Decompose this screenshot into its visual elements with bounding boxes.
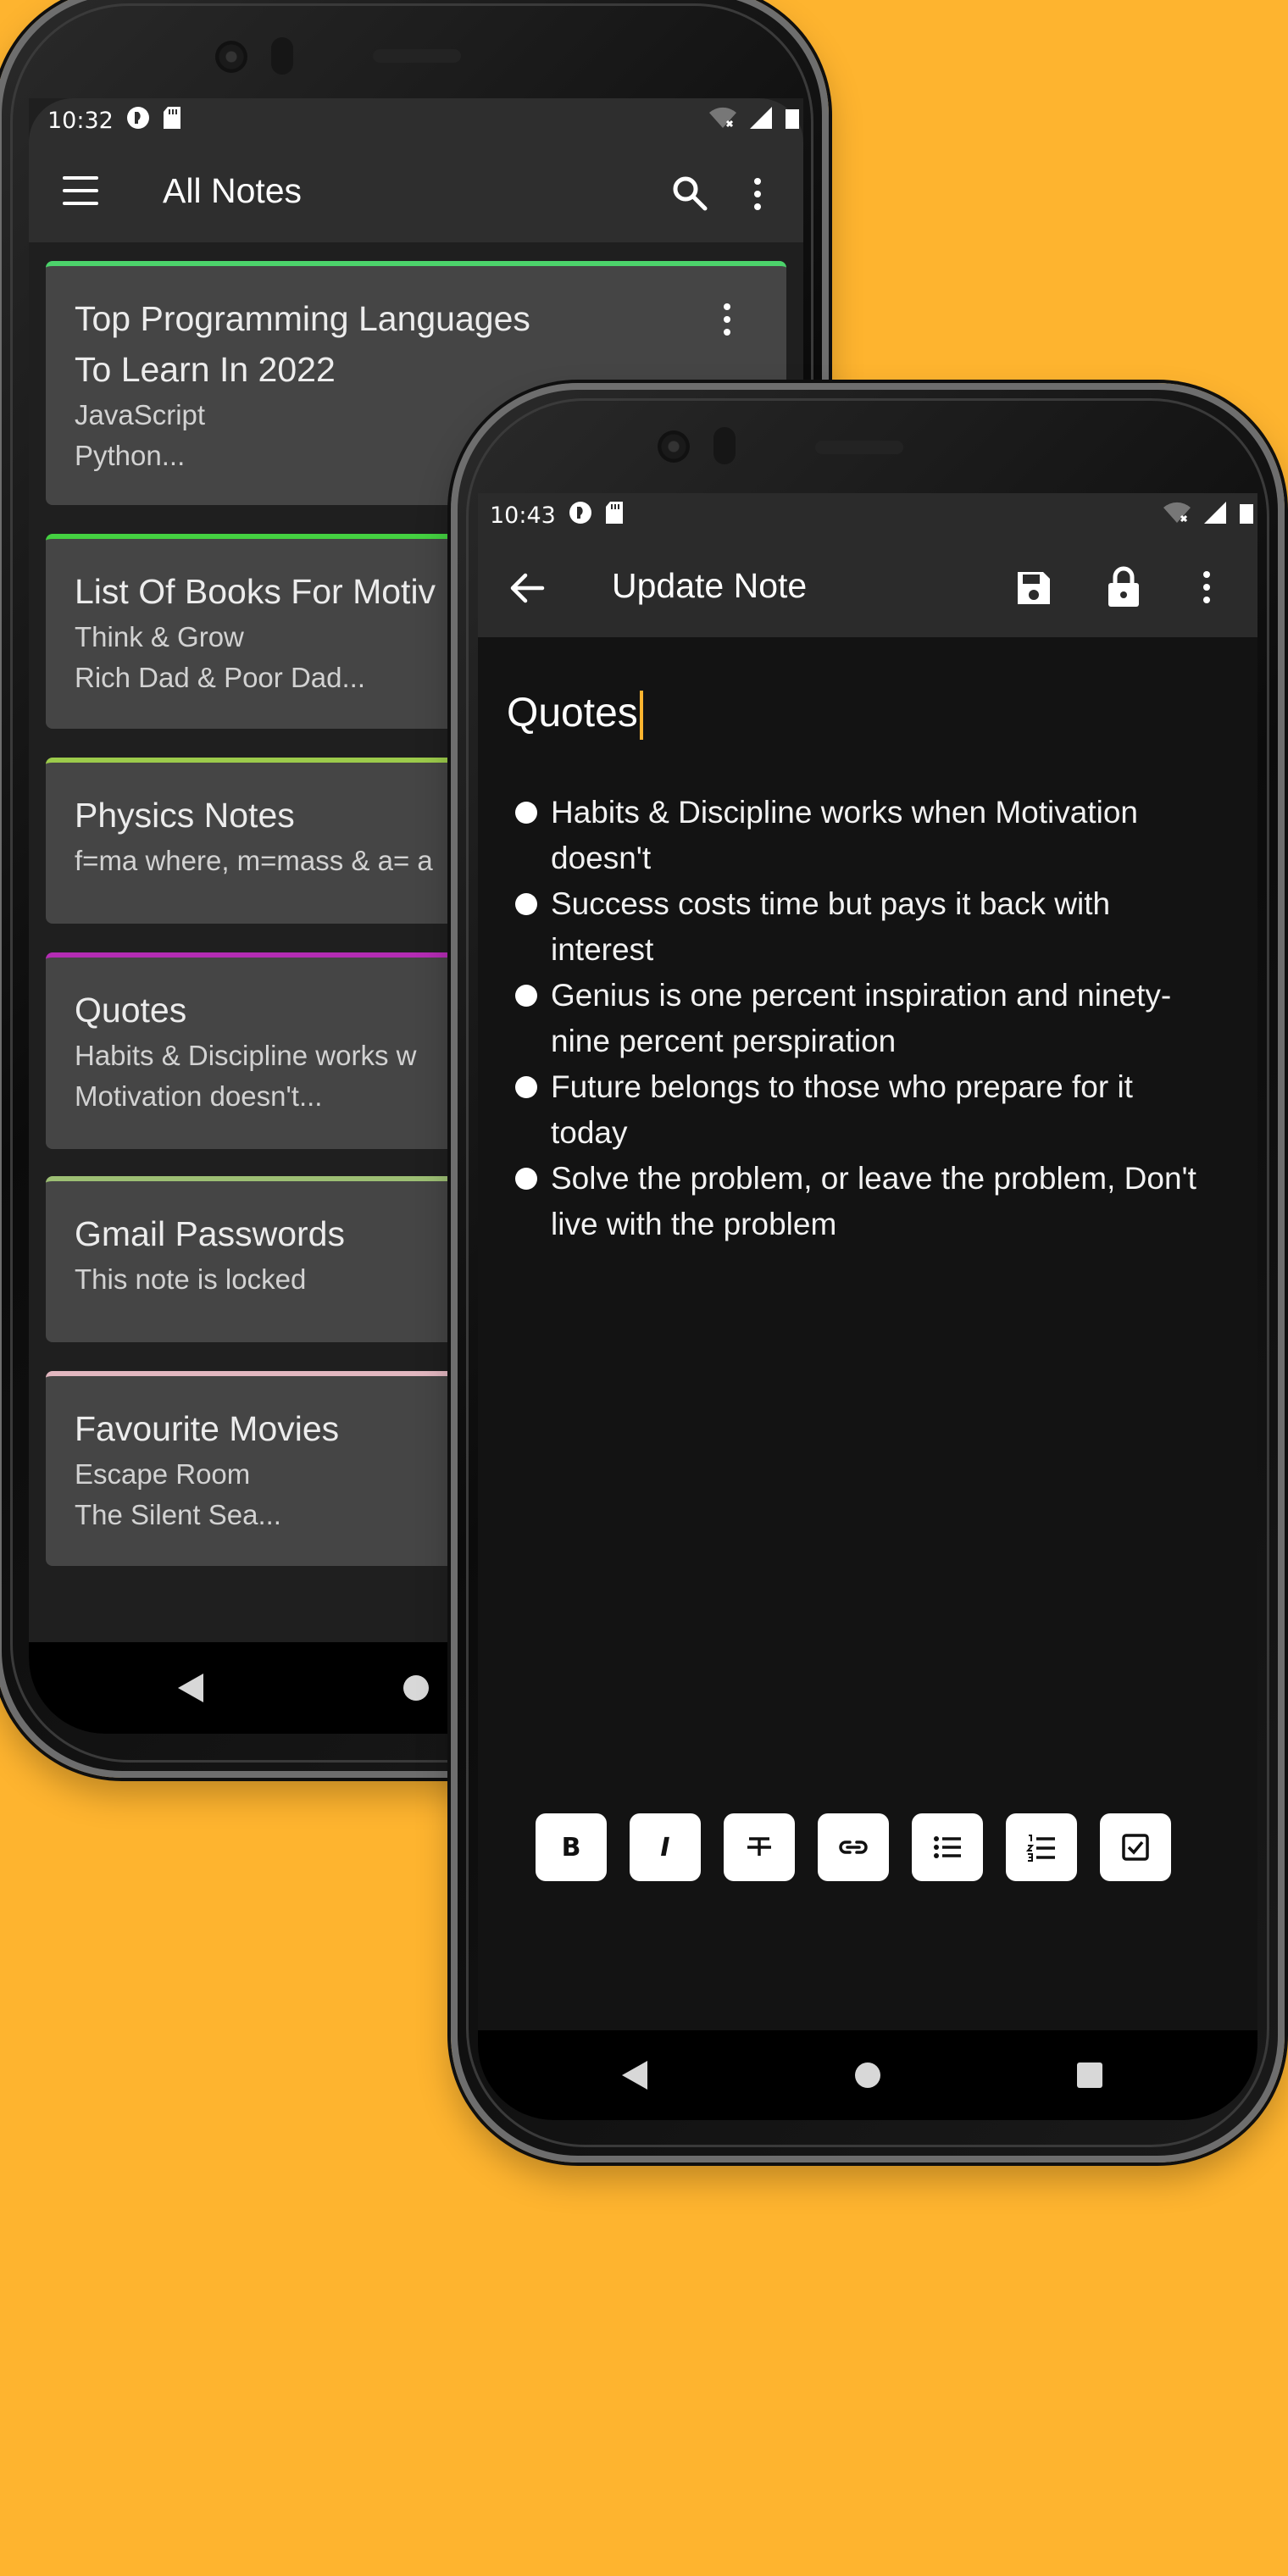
note-title: Top Programming Languages To Learn In 20… [75, 299, 530, 389]
bullet-text: Success costs time but pays it back with… [551, 886, 1111, 967]
formatting-toolbar: B I [536, 1813, 1171, 1881]
wifi-icon [1163, 501, 1191, 530]
bullet-dot-icon [515, 893, 537, 915]
numbered-list-button[interactable] [1006, 1813, 1077, 1881]
bullet-text: Future belongs to those who prepare for … [551, 1069, 1133, 1150]
more-options-icon[interactable] [754, 178, 763, 216]
nav-back-icon[interactable] [178, 1674, 203, 1702]
back-arrow-icon[interactable] [508, 569, 546, 610]
menu-icon[interactable] [63, 176, 98, 205]
strikethrough-icon [747, 1837, 771, 1856]
battery-icon [1239, 501, 1254, 530]
nav-home-icon[interactable] [403, 1675, 429, 1701]
front-camera [658, 430, 690, 463]
page-title: All Notes [163, 171, 303, 210]
front-camera [215, 41, 247, 73]
text-caret [639, 691, 643, 741]
search-icon[interactable] [671, 175, 708, 215]
bold-button[interactable]: B [536, 1813, 607, 1881]
sd-card-icon [605, 501, 624, 530]
note-content-editor[interactable]: Habits & Discipline works when Motivatio… [515, 790, 1210, 1247]
bullet-text: Habits & Discipline works when Motivatio… [551, 795, 1138, 875]
sensor [713, 427, 736, 464]
app-notification-icon [125, 105, 151, 136]
battery-icon [785, 106, 800, 136]
app-bar: Update Note [478, 537, 1257, 637]
bullet-item: Future belongs to those who prepare for … [515, 1064, 1210, 1156]
bullet-dot-icon [515, 985, 537, 1007]
note-title-input[interactable]: Quotes [507, 690, 643, 741]
bullet-dot-icon [515, 1076, 537, 1098]
bullet-item: Solve the problem, or leave the problem,… [515, 1156, 1210, 1247]
bullet-text: Solve the problem, or leave the problem,… [551, 1161, 1196, 1241]
sd-card-icon [163, 106, 181, 136]
nav-recents-icon[interactable] [1077, 2062, 1102, 2088]
italic-icon: I [660, 1832, 670, 1863]
save-icon[interactable] [1015, 569, 1052, 610]
nav-home-icon[interactable] [855, 2062, 880, 2088]
status-bar: 10:32 [29, 98, 803, 142]
status-bar: 10:43 [478, 493, 1257, 537]
update-note-screen: 10:43 Update Note Quotes Habits & Discip… [478, 493, 1257, 2120]
earpiece-speaker [815, 441, 903, 454]
italic-button[interactable]: I [630, 1813, 701, 1881]
wifi-icon [708, 106, 737, 136]
numbered-list-icon [1026, 1835, 1055, 1862]
note-options-icon[interactable] [724, 303, 732, 341]
page-title: Update Note [612, 566, 808, 605]
status-time: 10:32 [47, 107, 114, 134]
earpiece-speaker [373, 49, 461, 63]
bullet-text: Genius is one percent inspiration and ni… [551, 978, 1172, 1058]
phone-update-note: 10:43 Update Note Quotes Habits & Discip… [451, 383, 1285, 2162]
strikethrough-button[interactable] [724, 1813, 795, 1881]
signal-icon [749, 106, 773, 136]
app-notification-icon [568, 500, 593, 531]
nav-back-icon[interactable] [622, 2061, 647, 2090]
checkbox-icon [1122, 1834, 1149, 1861]
bullet-item: Genius is one percent inspiration and ni… [515, 973, 1210, 1064]
link-button[interactable] [818, 1813, 889, 1881]
status-time: 10:43 [490, 502, 556, 529]
bullet-list-icon [934, 1836, 961, 1858]
bullet-dot-icon [515, 802, 537, 824]
lock-icon[interactable] [1107, 566, 1141, 612]
checkbox-button[interactable] [1100, 1813, 1171, 1881]
bullet-item: Habits & Discipline works when Motivatio… [515, 790, 1210, 881]
signal-icon [1203, 501, 1227, 530]
navigation-bar [478, 2030, 1257, 2120]
bullet-dot-icon [515, 1168, 537, 1190]
bullet-list-button[interactable] [912, 1813, 983, 1881]
note-title-text: Quotes [507, 691, 638, 736]
bold-icon: B [561, 1832, 581, 1863]
app-bar: All Notes [29, 142, 803, 242]
link-icon [839, 1840, 868, 1854]
bullet-item: Success costs time but pays it back with… [515, 881, 1210, 973]
sensor [271, 37, 293, 75]
more-options-icon[interactable] [1203, 571, 1212, 609]
